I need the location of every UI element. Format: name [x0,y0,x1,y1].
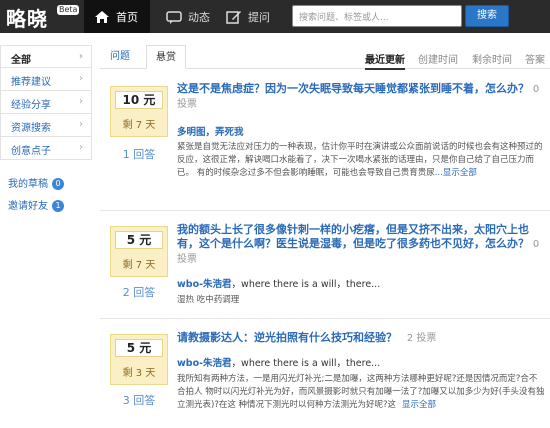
sort-remaining[interactable]: 剩余时间 [472,51,512,66]
question-title[interactable]: 这是不是焦虑症？因为一次失眠导致每天睡觉都紧张到睡不着，怎么办？ 0 投票 [177,82,542,112]
nav-ask[interactable]: 提问 [220,0,280,33]
search-input[interactable]: 搜索问题、标签或人... [292,5,462,27]
sidebar-item-label: 经验分享 [11,100,51,111]
search-button[interactable]: 搜索 [465,5,509,27]
question-item: 10 元 剩 7 天 1 回答 这是不是焦虑症？因为一次失眠导致每天睡觉都紧张到… [100,80,550,200]
author-name[interactable]: wbo-朱浩君 [177,358,232,369]
bounty-box: 5 元 剩 7 天 [110,226,168,277]
bounty-amount: 10 元 [115,91,163,109]
sidebar-item-recommend[interactable]: 推荐建议 › [0,68,92,91]
answer-text: 我所知有两种方法，一是用闪光灯补光;二是加曝，这两种方法哪种更好呢?还是因情况而… [177,374,545,410]
author-name[interactable]: 多明图，弄死我 [177,127,244,138]
sort-answers[interactable]: 答案 [525,51,545,66]
question-item: 5 元 剩 7 天 2 回答 我的额头上长了很多像针刺一样的小疙瘩，但是又挤不出… [100,218,550,318]
sort-recent[interactable]: 最近更新 [365,51,405,70]
answer-excerpt: 我所知有两种方法，一是用闪光灯补光;二是加曝，这两种方法哪种更好呢?还是因情况而… [177,373,545,412]
sidebar: 全部 › 推荐建议 › 经验分享 › 资源搜索 › 创意点子 › 我的草稿 0 邀… [0,45,92,214]
bounty-days-left: 剩 7 天 [122,260,156,271]
answer-count[interactable]: 3 回答 [110,392,168,408]
logo[interactable]: 略晓 [6,3,48,32]
count-badge: 0 [52,178,64,190]
count-badge: 1 [52,200,64,212]
tab-bar: 问题 悬赏 最近更新 创建时间 剩余时间 答案 [100,45,550,70]
nav-home-label: 首页 [116,10,138,24]
sidebar-link-drafts[interactable]: 我的草稿 0 [0,170,92,192]
bounty-amount: 5 元 [115,339,163,357]
bounty-days-left: 剩 3 天 [122,368,156,379]
home-icon [95,10,109,23]
question-title[interactable]: 我的额头上长了很多像针刺一样的小疙瘩，但是又挤不出来，太阳穴上也有，这个是什么啊… [177,223,542,267]
nav-home[interactable]: 首页 [84,0,150,33]
sidebar-item-all[interactable]: 全部 › [0,45,92,68]
author-bio: ，where there is a will，there... [231,279,381,290]
top-navbar: 略晓 Beta 首页 动态 提问 搜索问题、标签或人... 搜索 [0,0,550,33]
sidebar-item-label: 资源搜索 [11,123,51,134]
answer-count[interactable]: 1 回答 [110,146,168,162]
beta-badge: Beta [57,5,80,15]
answer-text: 紧张是自觉无法应对压力的一种表现，估计你平时在演讲或公众面前说话的时候也会有这种… [177,142,543,178]
sidebar-item-resources[interactable]: 资源搜索 › [0,114,92,137]
divider [100,210,550,211]
chevron-right-icon: › [79,142,83,153]
bounty-box: 10 元 剩 7 天 [110,86,168,137]
edit-icon [226,10,241,24]
answer-author: 多明图，弄死我 [177,124,547,138]
answer-text: 湿热 吃中药调理 [177,295,240,305]
sidebar-link-label: 邀请好友 [8,201,48,212]
question-title-text[interactable]: 我的额头上长了很多像针刺一样的小疙瘩，但是又挤不出来，太阳穴上也有，这个是什么啊… [177,223,529,250]
answer-author: wbo-朱浩君，where there is a will，there... [177,276,547,290]
tab-bounty[interactable]: 悬赏 [146,45,186,69]
tab-questions[interactable]: 问题 [100,45,140,69]
show-all-link[interactable]: 显示全部 [402,400,436,410]
chevron-right-icon: › [79,119,83,130]
question-title[interactable]: 请教摄影达人：逆光拍照有什么技巧和经验？ 2 投票 [177,331,542,346]
sidebar-item-experience[interactable]: 经验分享 › [0,91,92,114]
nav-activity-label: 动态 [188,10,210,24]
sidebar-item-label: 推荐建议 [11,77,51,88]
chevron-right-icon: › [79,73,83,84]
chat-icon [166,10,182,24]
bounty-box: 5 元 剩 3 天 [110,334,168,385]
question-item: 5 元 剩 3 天 3 回答 请教摄影达人：逆光拍照有什么技巧和经验？ 2 投票… [100,326,550,428]
nav-ask-label: 提问 [248,10,270,24]
sidebar-item-label: 创意点子 [11,146,51,157]
sidebar-item-label: 全部 [11,55,31,66]
question-title-text[interactable]: 这是不是焦虑症？因为一次失眠导致每天睡觉都紧张到睡不着，怎么办？ [177,82,529,95]
answer-excerpt: 紧张是自觉无法应对压力的一种表现，估计你平时在演讲或公众面前说话的时候也会有这种… [177,141,545,180]
vote-count: 2 投票 [406,333,437,344]
sidebar-item-ideas[interactable]: 创意点子 › [0,137,92,160]
author-bio: ，where there is a will，there... [231,358,381,369]
nav-activity[interactable]: 动态 [158,0,218,33]
sidebar-link-label: 我的草稿 [8,179,48,190]
answer-excerpt: 湿热 吃中药调理 [177,294,545,307]
bounty-amount: 5 元 [115,231,163,249]
chevron-right-icon: › [78,51,83,62]
sidebar-link-invite[interactable]: 邀请好友 1 [0,192,92,214]
chevron-right-icon: › [79,96,83,107]
author-name[interactable]: wbo-朱浩君 [177,279,232,290]
divider [100,318,550,319]
sort-created[interactable]: 创建时间 [418,51,458,66]
bounty-days-left: 剩 7 天 [122,120,156,131]
question-title-text[interactable]: 请教摄影达人：逆光拍照有什么技巧和经验？ [177,331,397,344]
answer-author: wbo-朱浩君，where there is a will，there... [177,355,547,369]
show-all-link[interactable]: ...显示全部 [435,168,477,178]
answer-count[interactable]: 2 回答 [110,284,168,300]
